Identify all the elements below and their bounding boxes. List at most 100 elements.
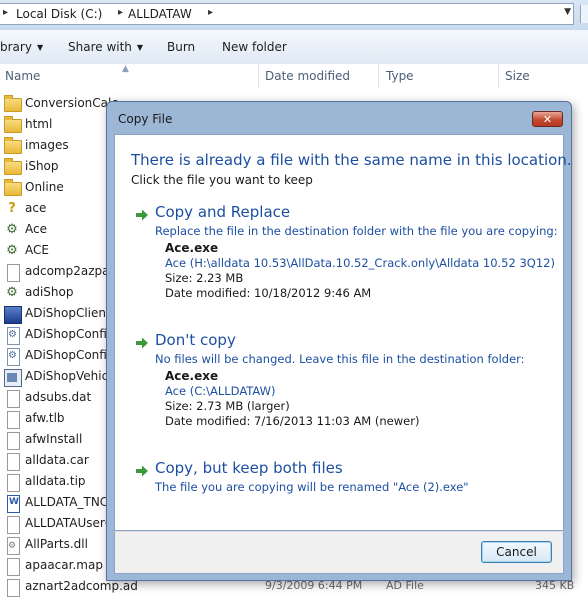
dialog-content: There is already a file with the same na…	[114, 134, 572, 531]
chevron-down-icon: ▼	[136, 43, 144, 52]
burn-button[interactable]: Burn	[167, 40, 195, 54]
file-name: images	[25, 138, 69, 152]
application-icon: ⚙	[6, 285, 18, 300]
file-name: Ace.exe	[165, 369, 219, 383]
file-name: Ace.exe	[165, 241, 219, 255]
application-icon: ⚙	[6, 222, 18, 237]
file-name: AllParts.dll	[25, 537, 88, 551]
option-description: The file you are copying will be renamed…	[155, 480, 469, 494]
dialog-footer: Cancel	[114, 531, 564, 574]
file-name: adcomp2azpart	[25, 264, 120, 278]
column-headers: ▲ Name Date modified Type Size	[0, 64, 588, 88]
include-in-library-button[interactable]: brary ▼	[0, 40, 43, 54]
folder-icon	[4, 95, 22, 112]
close-button[interactable]: ✕	[532, 111, 563, 127]
green-arrow-icon	[136, 209, 148, 221]
green-arrow-icon	[136, 465, 148, 477]
command-bar: brary ▼ Share with ▼ Burn New folder	[0, 30, 588, 65]
document-icon	[7, 558, 20, 576]
chevron-right-icon[interactable]: ▸	[208, 7, 213, 18]
dont-copy-option[interactable]: Don't copy No files will be changed. Lea…	[135, 331, 559, 441]
document-icon	[7, 453, 20, 471]
green-arrow-icon	[136, 337, 148, 349]
file-name: afwInstall	[25, 432, 83, 446]
document-icon	[7, 579, 20, 597]
blue-app-icon	[4, 306, 22, 324]
window-app-icon	[4, 369, 22, 387]
file-name: aznart2adcomp.ad	[25, 579, 138, 593]
keep-both-option[interactable]: Copy, but keep both files The file you a…	[135, 459, 559, 499]
file-name: ace	[25, 201, 47, 215]
document-icon	[7, 432, 20, 450]
file-location: Ace (C:\ALLDATAW)	[165, 384, 276, 398]
chevron-right-icon[interactable]: ▸	[3, 7, 8, 18]
config-file-icon	[7, 348, 20, 366]
sort-ascending-icon: ▲	[122, 64, 129, 74]
breadcrumb-alldataw[interactable]: ALLDATAW	[128, 7, 192, 21]
file-location: Ace (H:\alldata 10.53\AllData.10.52_Crac…	[165, 256, 555, 270]
column-header-size[interactable]: Size	[505, 69, 530, 83]
help-file-icon: ?	[8, 201, 16, 216]
file-name: ACE	[25, 243, 49, 257]
copy-and-replace-option[interactable]: Copy and Replace Replace the file in the…	[135, 203, 559, 333]
file-date: Date modified: 7/16/2013 11:03 AM (newer…	[165, 414, 420, 428]
word-document-icon	[7, 495, 20, 513]
dialog-title: Copy File	[118, 112, 173, 126]
file-name: ADiShopConfig	[25, 348, 115, 362]
file-name: afw.tlb	[25, 411, 65, 425]
option-title: Copy, but keep both files	[155, 459, 343, 477]
cancel-button[interactable]: Cancel	[481, 541, 552, 563]
file-name: ALLDATA_TNC	[25, 495, 109, 509]
folder-icon	[4, 137, 22, 154]
folder-icon	[4, 116, 22, 133]
file-name: iShop	[25, 159, 59, 173]
option-description: No files will be changed. Leave this fil…	[155, 352, 525, 366]
file-name: alldata.tip	[25, 474, 86, 488]
address-bar-area: ▸ Local Disk (C:) ▸ ALLDATAW ▸ ▼	[0, 0, 588, 31]
share-with-button[interactable]: Share with ▼	[68, 40, 143, 54]
option-title: Don't copy	[155, 331, 236, 349]
file-name: Ace	[25, 222, 47, 236]
document-icon	[7, 390, 20, 408]
column-divider[interactable]	[258, 64, 259, 88]
application-icon: ⚙	[6, 243, 18, 258]
document-icon	[7, 411, 20, 429]
column-header-type[interactable]: Type	[386, 69, 414, 83]
refresh-button[interactable]	[580, 5, 588, 23]
file-size: Size: 2.23 MB	[165, 271, 244, 285]
document-icon	[7, 474, 20, 492]
column-header-date[interactable]: Date modified	[265, 69, 350, 83]
breadcrumb-local-disk[interactable]: Local Disk (C:)	[16, 7, 102, 21]
chevron-right-icon[interactable]: ▸	[118, 7, 123, 18]
option-description: Replace the file in the destination fold…	[155, 224, 558, 238]
file-name: html	[25, 117, 53, 131]
option-title: Copy and Replace	[155, 203, 291, 221]
file-name: ADiShopVehicle	[25, 369, 119, 383]
file-name: ALLDATAUserG	[25, 516, 115, 530]
address-bar[interactable]: ▸ Local Disk (C:) ▸ ALLDATAW ▸ ▼	[0, 3, 574, 25]
column-header-name[interactable]: Name	[5, 69, 40, 83]
file-size: Size: 2.73 MB (larger)	[165, 399, 290, 413]
dll-file-icon	[7, 537, 20, 555]
file-name: alldata.car	[25, 453, 89, 467]
config-file-icon	[7, 327, 20, 345]
column-divider[interactable]	[378, 64, 379, 88]
file-name: Online	[25, 180, 64, 194]
folder-icon	[4, 179, 22, 196]
dialog-subheading: Click the file you want to keep	[131, 173, 313, 187]
copy-file-dialog: Copy File ✕ There is already a file with…	[106, 101, 572, 581]
file-name: ADiShopClient	[25, 306, 111, 320]
file-name: adiShop	[25, 285, 74, 299]
document-icon	[7, 264, 20, 282]
file-name: ConversionCalc	[25, 96, 118, 110]
column-divider[interactable]	[498, 64, 499, 88]
chevron-down-icon[interactable]: ▼	[564, 7, 571, 17]
new-folder-button[interactable]: New folder	[222, 40, 287, 54]
file-name: ADiShopConfig	[25, 327, 115, 341]
file-date: Date modified: 10/18/2012 9:46 AM	[165, 286, 372, 300]
file-name: apaacar.map	[25, 558, 103, 572]
chevron-down-icon: ▼	[36, 43, 44, 52]
dialog-heading: There is already a file with the same na…	[131, 151, 572, 169]
document-icon	[7, 516, 20, 534]
file-name: adsubs.dat	[25, 390, 92, 404]
